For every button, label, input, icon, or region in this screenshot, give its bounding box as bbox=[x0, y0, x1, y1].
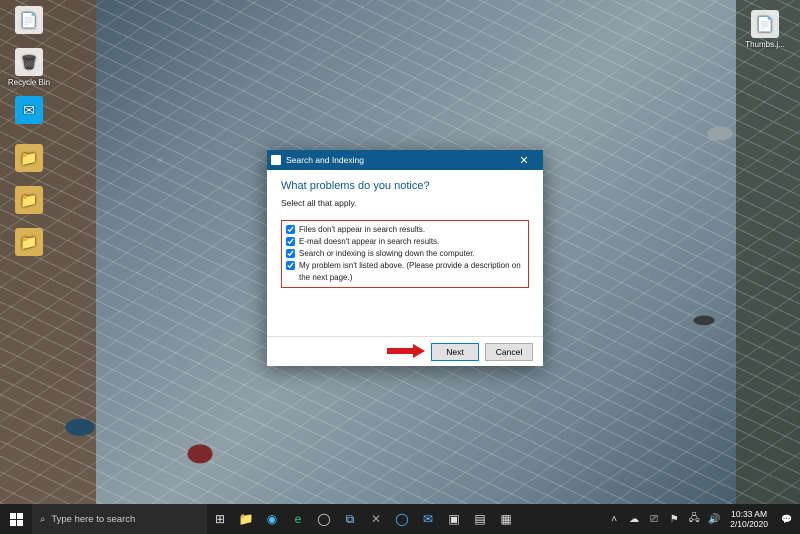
next-button[interactable]: Next bbox=[431, 343, 479, 361]
folder-icon: 📁 bbox=[15, 186, 43, 214]
close-button[interactable]: ✕ bbox=[509, 150, 539, 170]
edge-icon: e bbox=[295, 512, 302, 526]
desktop-icon[interactable]: 📄 bbox=[6, 6, 52, 36]
option-label: Files don't appear in search results. bbox=[299, 224, 425, 236]
dialog-body: What problems do you notice? Select all … bbox=[267, 170, 543, 336]
recycle-bin-icon: 🗑 bbox=[15, 48, 43, 76]
taskbar-app[interactable]: e bbox=[285, 504, 311, 534]
tray-overflow-button[interactable]: ˄ bbox=[604, 504, 624, 534]
taskbar-app[interactable]: ◉ bbox=[259, 504, 285, 534]
taskbar-clock[interactable]: 10:33 AM 2/10/2020 bbox=[724, 509, 774, 529]
cortana-icon: ◯ bbox=[395, 512, 408, 526]
option-label: E-mail doesn't appear in search results. bbox=[299, 236, 439, 248]
mail-icon: ✉ bbox=[15, 96, 43, 124]
app-icon: ▣ bbox=[448, 512, 459, 526]
taskbar-app[interactable]: ▣ bbox=[441, 504, 467, 534]
taskbar-app[interactable]: ✕ bbox=[363, 504, 389, 534]
file-icon: 📄 bbox=[751, 10, 779, 38]
option-checkbox[interactable] bbox=[286, 237, 295, 246]
taskbar-app[interactable]: ◯ bbox=[311, 504, 337, 534]
desktop-icon[interactable]: 📁 bbox=[6, 144, 52, 174]
desktop-icon-file[interactable]: 📄 Thumbs.j... bbox=[742, 10, 788, 49]
folder-icon: 📁 bbox=[15, 144, 43, 172]
desktop[interactable]: 📄 🗑 Recycle Bin ✉ 📁 📁 📁 📄 Thumbs.j... Se… bbox=[0, 0, 800, 534]
notification-icon: 💬 bbox=[781, 514, 792, 525]
tray-volume-icon[interactable]: 🔊 bbox=[704, 504, 724, 534]
taskbar-app[interactable]: ▦ bbox=[493, 504, 519, 534]
clock-date: 2/10/2020 bbox=[730, 519, 768, 529]
taskbar-search[interactable]: ⌕ Type here to search bbox=[32, 504, 207, 534]
dialog-footer: Next Cancel bbox=[267, 336, 543, 366]
desktop-icon-recycle-bin[interactable]: 🗑 Recycle Bin bbox=[6, 48, 52, 87]
option-label: Search or indexing is slowing down the c… bbox=[299, 248, 475, 260]
xbox-icon: ✕ bbox=[371, 512, 381, 526]
task-view-button[interactable]: ⊞ bbox=[207, 504, 233, 534]
taskbar: ⌕ Type here to search ⊞ 📁 ◉ e ◯ ⧉ ✕ ◯ ✉ … bbox=[0, 504, 800, 534]
option-row[interactable]: My problem isn't listed above. (Please p… bbox=[286, 260, 524, 284]
system-tray: ˄ ☁ ⎚ ⚑ 🖧 🔊 10:33 AM 2/10/2020 💬 bbox=[604, 504, 800, 534]
explorer-icon: 📁 bbox=[239, 512, 254, 526]
desktop-icon[interactable]: 📁 bbox=[6, 228, 52, 258]
chevron-up-icon: ˄ bbox=[611, 514, 617, 525]
close-icon: ✕ bbox=[519, 154, 528, 167]
store-icon: ⧉ bbox=[346, 512, 355, 527]
windows-logo-icon bbox=[10, 513, 23, 526]
taskbar-app[interactable]: ◯ bbox=[389, 504, 415, 534]
option-checkbox[interactable] bbox=[286, 225, 295, 234]
desktop-icon-label: Recycle Bin bbox=[6, 78, 52, 87]
browser-icon: ◉ bbox=[267, 512, 277, 526]
dialog-icon bbox=[271, 155, 281, 165]
tray-icon[interactable]: ☁ bbox=[624, 504, 644, 534]
option-row[interactable]: Files don't appear in search results. bbox=[286, 224, 524, 236]
desktop-icon[interactable]: ✉ bbox=[6, 96, 52, 126]
tray-icon[interactable]: ⚑ bbox=[664, 504, 684, 534]
app-icon: ▤ bbox=[474, 512, 485, 526]
taskbar-app[interactable]: ▤ bbox=[467, 504, 493, 534]
tray-icon[interactable]: ⎚ bbox=[644, 504, 664, 534]
search-placeholder: Type here to search bbox=[51, 514, 135, 525]
folder-icon: 📁 bbox=[15, 228, 43, 256]
search-icon: ⌕ bbox=[40, 514, 45, 525]
app-icon: ▦ bbox=[500, 512, 511, 526]
desktop-icon[interactable]: 📁 bbox=[6, 186, 52, 216]
desktop-icon-label: Thumbs.j... bbox=[742, 40, 788, 49]
option-row[interactable]: E-mail doesn't appear in search results. bbox=[286, 236, 524, 248]
cancel-button[interactable]: Cancel bbox=[485, 343, 533, 361]
chrome-icon: ◯ bbox=[317, 512, 330, 526]
action-center-button[interactable]: 💬 bbox=[774, 504, 800, 534]
troubleshooter-dialog: Search and Indexing ✕ What problems do y… bbox=[267, 150, 543, 366]
dialog-heading: What problems do you notice? bbox=[281, 180, 529, 192]
start-button[interactable] bbox=[0, 504, 32, 534]
mail-icon: ✉ bbox=[423, 512, 433, 526]
taskbar-app[interactable]: ✉ bbox=[415, 504, 441, 534]
option-checkbox[interactable] bbox=[286, 249, 295, 258]
annotation-arrow-icon bbox=[387, 344, 425, 358]
clock-time: 10:33 AM bbox=[730, 509, 768, 519]
option-row[interactable]: Search or indexing is slowing down the c… bbox=[286, 248, 524, 260]
taskbar-app[interactable]: 📁 bbox=[233, 504, 259, 534]
dialog-title: Search and Indexing bbox=[286, 155, 364, 165]
dialog-titlebar[interactable]: Search and Indexing ✕ bbox=[267, 150, 543, 170]
tray-network-icon[interactable]: 🖧 bbox=[684, 504, 704, 534]
option-label: My problem isn't listed above. (Please p… bbox=[299, 260, 524, 284]
option-checkbox[interactable] bbox=[286, 261, 295, 270]
dialog-subheading: Select all that apply. bbox=[281, 198, 529, 208]
taskbar-app[interactable]: ⧉ bbox=[337, 504, 363, 534]
options-highlight-box: Files don't appear in search results. E-… bbox=[281, 220, 529, 288]
